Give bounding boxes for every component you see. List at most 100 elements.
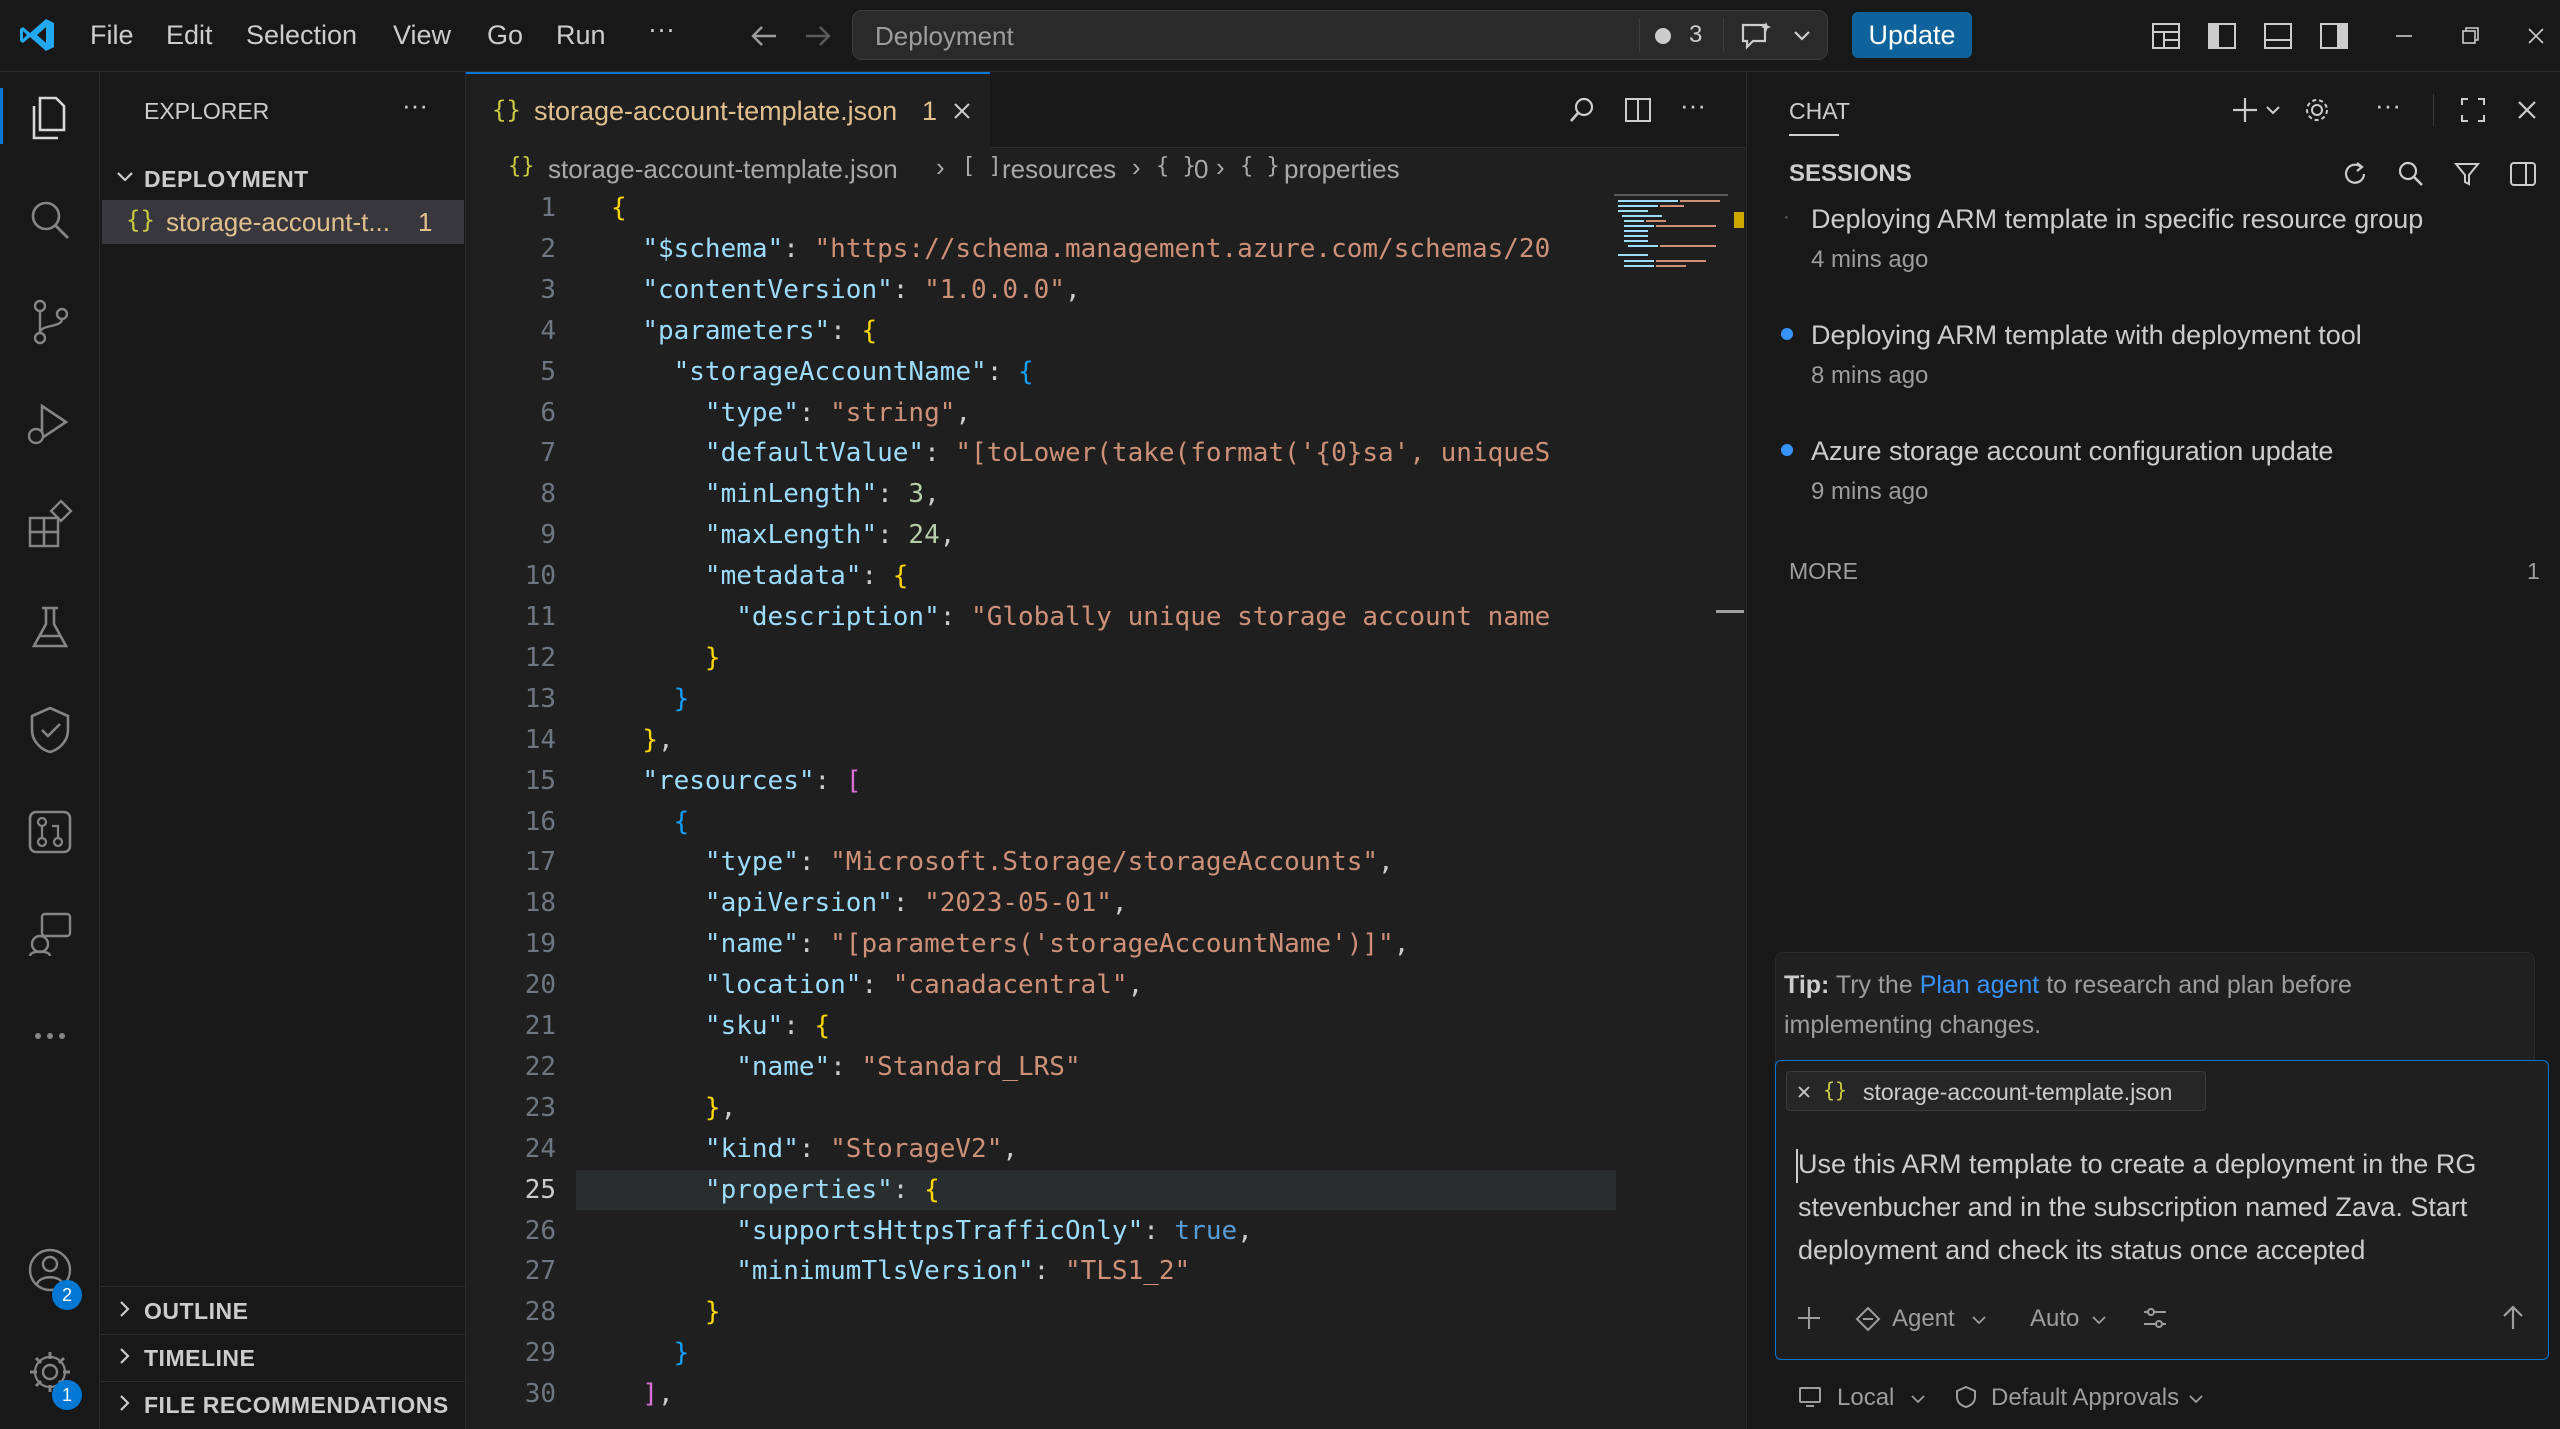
code-line[interactable]: 15 "resources": [ (466, 761, 1616, 801)
command-center-search[interactable]: Deployment 3 (852, 10, 1828, 60)
section-file-recommendations[interactable]: FILE RECOMMENDATIONS (112, 1384, 462, 1424)
code-line[interactable]: 30 ], (466, 1374, 1616, 1414)
filter-icon[interactable] (2451, 158, 2483, 190)
customize-layout-icon[interactable] (2150, 20, 2182, 52)
explorer-icon[interactable] (22, 90, 78, 146)
breadcrumb-file[interactable]: storage-account-template.json (548, 154, 898, 185)
more-sessions[interactable]: MORE 1 (1747, 554, 2560, 594)
send-arrow-icon[interactable] (2498, 1303, 2528, 1333)
explorer-more-icon[interactable]: ··· (402, 90, 428, 121)
session-location-dropdown[interactable]: Local (1797, 1380, 1937, 1416)
code-line[interactable]: 25 "properties": { (466, 1169, 1616, 1210)
minimap[interactable] (1614, 194, 1728, 274)
section-outline[interactable]: OUTLINE (112, 1290, 462, 1330)
code-line[interactable]: 7 "defaultValue": "[toLower(take(format(… (466, 433, 1616, 473)
session-item[interactable]: · Deploying ARM template in specific res… (1747, 200, 2560, 300)
testing-icon[interactable] (22, 600, 78, 656)
code-line[interactable]: 16 { (466, 802, 1616, 842)
plan-agent-link[interactable]: Plan agent (1920, 971, 2040, 999)
code-line[interactable]: 28 } (466, 1292, 1616, 1332)
close-tab-icon[interactable] (948, 97, 976, 125)
split-editor-icon[interactable] (1622, 94, 1654, 126)
code-line[interactable]: 2 "$schema": "https://schema.management.… (466, 229, 1616, 269)
minimize-icon[interactable] (2390, 22, 2418, 50)
code-line[interactable]: 5 "storageAccountName": { (466, 352, 1616, 392)
breadcrumb-properties[interactable]: properties (1284, 154, 1400, 185)
menu-more[interactable]: ··· (648, 14, 675, 45)
restore-icon[interactable] (2456, 22, 2484, 50)
folder-deployment[interactable]: DEPLOYMENT (112, 158, 462, 198)
update-button[interactable]: Update (1852, 12, 1972, 58)
code-line[interactable]: 19 "name": "[parameters('storageAccountN… (466, 924, 1616, 964)
editor-more-icon[interactable]: ··· (1680, 90, 1706, 121)
code-line[interactable]: 21 "sku": { (466, 1006, 1616, 1046)
chat-input-box[interactable]: {} storage-account-template.json Use thi… (1775, 1060, 2549, 1360)
add-context-icon[interactable] (1794, 1303, 1824, 1333)
code-line[interactable]: 26 "supportsHttpsTrafficOnly": true, (466, 1211, 1616, 1251)
run-debug-icon[interactable] (22, 396, 78, 452)
refresh-icon[interactable] (2339, 158, 2371, 190)
remote-explorer-icon[interactable] (22, 906, 78, 962)
code-line[interactable]: 9 "maxLength": 24, (466, 515, 1616, 555)
more-views-icon[interactable] (22, 1008, 78, 1064)
menu-file[interactable]: File (90, 20, 134, 51)
menu-run[interactable]: Run (556, 20, 606, 51)
code-line[interactable]: 24 "kind": "StorageV2", (466, 1129, 1616, 1169)
code-line[interactable]: 12 } (466, 638, 1616, 678)
search-icon[interactable] (22, 192, 78, 248)
agent-mode-dropdown[interactable]: Agent (1854, 1301, 1994, 1337)
code-editor[interactable]: 1{2 "$schema": "https://schema.managemen… (466, 188, 1616, 1429)
code-line[interactable]: 17 "type": "Microsoft.Storage/storageAcc… (466, 842, 1616, 882)
code-line[interactable]: 8 "minLength": 3, (466, 474, 1616, 514)
code-line[interactable]: 18 "apiVersion": "2023-05-01", (466, 883, 1616, 923)
approvals-dropdown[interactable]: Default Approvals (1953, 1380, 2213, 1416)
forward-arrow-icon[interactable] (802, 20, 834, 52)
code-line[interactable]: 4 "parameters": { (466, 311, 1616, 351)
menu-go[interactable]: Go (487, 20, 523, 51)
file-storage-account-template[interactable]: {} storage-account-t... 1 (102, 200, 464, 244)
code-line[interactable]: 1{ (466, 188, 1616, 228)
toggle-panel-icon[interactable] (2262, 20, 2294, 52)
code-line[interactable]: 3 "contentVersion": "1.0.0.0", (466, 270, 1616, 310)
section-timeline[interactable]: TIMELINE (112, 1337, 462, 1377)
github-pr-icon[interactable] (22, 804, 78, 860)
new-chat-icon[interactable] (2229, 94, 2261, 126)
find-icon[interactable] (1566, 94, 1598, 126)
toggle-sessions-sidebar-icon[interactable] (2507, 158, 2539, 190)
close-window-icon[interactable] (2522, 22, 2550, 50)
extensions-icon[interactable] (22, 498, 78, 554)
chat-settings-gear-icon[interactable] (2301, 94, 2333, 126)
attachment-chip[interactable]: {} storage-account-template.json (1786, 1071, 2206, 1111)
maximize-icon[interactable] (2457, 94, 2489, 126)
code-line[interactable]: 23 }, (466, 1088, 1616, 1128)
code-line[interactable]: 27 "minimumTlsVersion": "TLS1_2" (466, 1251, 1616, 1291)
session-item[interactable]: Deploying ARM template with deployment t… (1747, 316, 2560, 416)
back-arrow-icon[interactable] (748, 20, 780, 52)
chat-toggle-icon[interactable] (1739, 19, 1773, 53)
tab-storage-account-template[interactable]: {} storage-account-template.json 1 (466, 72, 990, 148)
chevron-down-icon[interactable] (2263, 100, 2283, 120)
toggle-primary-sidebar-icon[interactable] (2206, 20, 2238, 52)
code-line[interactable]: 13 } (466, 679, 1616, 719)
search-sessions-icon[interactable] (2395, 158, 2427, 190)
chevron-down-icon[interactable] (1791, 24, 1813, 46)
code-line[interactable]: 22 "name": "Standard_LRS" (466, 1047, 1616, 1087)
menu-edit[interactable]: Edit (166, 20, 213, 51)
security-shield-icon[interactable] (22, 702, 78, 758)
breadcrumb-resources[interactable]: resources (1002, 154, 1116, 185)
menu-view[interactable]: View (393, 20, 451, 51)
source-control-icon[interactable] (22, 294, 78, 350)
close-chat-icon[interactable] (2511, 94, 2543, 126)
session-item[interactable]: Azure storage account configuration upda… (1747, 432, 2560, 532)
code-line[interactable]: 14 }, (466, 720, 1616, 760)
code-line[interactable]: 20 "location": "canadacentral", (466, 965, 1616, 1005)
code-line[interactable]: 29 } (466, 1333, 1616, 1373)
remove-attachment-icon[interactable] (1793, 1081, 1815, 1103)
toggle-secondary-sidebar-icon[interactable] (2318, 20, 2350, 52)
menu-selection[interactable]: Selection (246, 20, 357, 51)
model-picker-dropdown[interactable]: Auto (2030, 1301, 2120, 1337)
code-line[interactable]: 11 "description": "Globally unique stora… (466, 597, 1616, 637)
code-line[interactable]: 10 "metadata": { (466, 556, 1616, 596)
code-line[interactable]: 6 "type": "string", (466, 393, 1616, 433)
chat-more-icon[interactable]: ··· (2375, 90, 2401, 121)
